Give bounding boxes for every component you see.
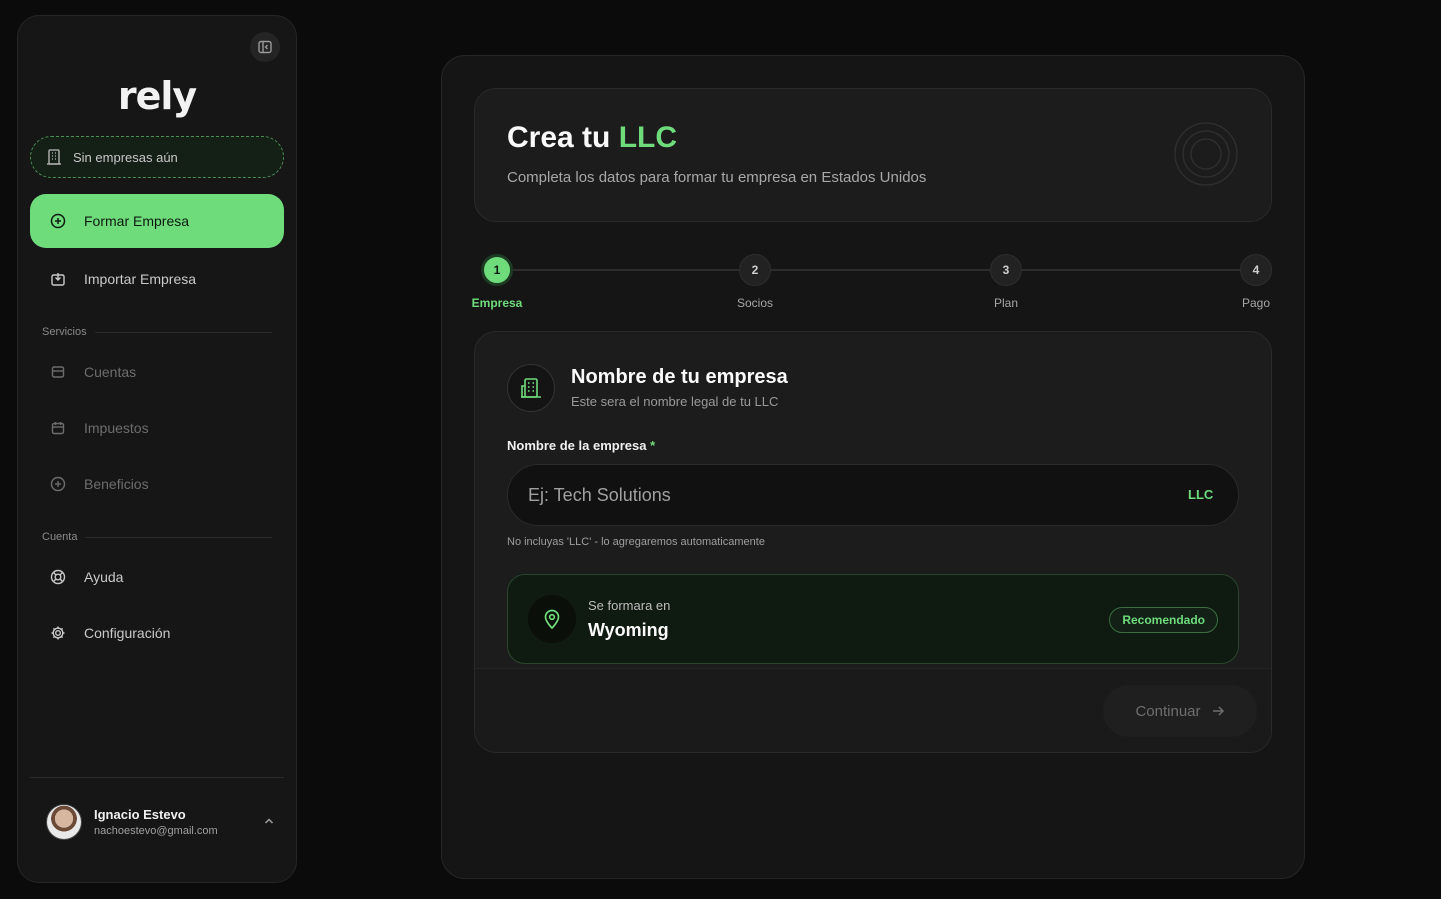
hero-card: Crea tu LLC Completa los datos para form… — [474, 88, 1272, 222]
continue-label: Continuar — [1135, 702, 1201, 720]
app-logo: rely — [117, 74, 197, 118]
form-title: Nombre de tu empresa — [571, 366, 788, 388]
section-label-cuenta: Cuenta — [42, 531, 272, 543]
step-label: Plan — [993, 296, 1019, 310]
company-name-hint: No incluyas 'LLC' - lo agregaremos autom… — [507, 536, 765, 548]
page-title-prefix: Crea tu — [507, 121, 611, 154]
progress-stepper: 1 Empresa 2 Socios 3 Plan 4 Pago — [472, 254, 1272, 314]
sidebar-item-label: Configuración — [84, 625, 171, 641]
llc-suffix: LLC — [1188, 487, 1214, 502]
chevron-up-icon[interactable] — [262, 814, 276, 828]
step-label: Empresa — [471, 296, 523, 310]
plus-circle-icon — [50, 213, 66, 229]
sidebar-divider — [30, 777, 284, 778]
sidebar-item-ayuda[interactable]: Ayuda — [30, 555, 284, 599]
page-title: Crea tu LLC — [507, 121, 677, 155]
form-footer: Continuar — [475, 668, 1271, 752]
concentric-rings-icon — [1174, 122, 1238, 186]
required-mark: * — [650, 438, 656, 453]
page-subtitle: Completa los datos para formar tu empres… — [507, 169, 927, 186]
state-icon-wrap — [528, 595, 576, 643]
sidebar-collapse-icon — [258, 40, 272, 54]
company-selector[interactable]: Sin empresas aún — [30, 136, 284, 178]
map-pin-icon — [544, 609, 560, 630]
plus-circle-icon — [50, 476, 66, 492]
sidebar-item-label: Formar Empresa — [84, 213, 190, 229]
form-icon — [507, 364, 555, 412]
recommended-badge: Recomendado — [1109, 607, 1218, 633]
sidebar: rely Sin empresas aún Formar Empresa Imp… — [17, 15, 297, 883]
user-menu[interactable]: Ignacio Estevo nachoestevo@gmail.com — [46, 802, 276, 842]
wallet-icon — [51, 366, 65, 378]
gear-icon — [51, 626, 65, 640]
step-number: 3 — [990, 254, 1022, 286]
arrow-right-icon — [1212, 706, 1224, 716]
lifebuoy-icon — [50, 569, 66, 585]
import-icon — [51, 273, 65, 286]
sidebar-item-formar-empresa[interactable]: Formar Empresa — [30, 194, 284, 248]
company-name-label: Nombre de la empresa * — [507, 438, 656, 453]
sidebar-item-label: Ayuda — [84, 569, 124, 585]
main-panel: Crea tu LLC Completa los datos para form… — [441, 55, 1305, 879]
building-icon — [521, 378, 541, 398]
step-socios[interactable]: 2 Socios — [725, 254, 785, 310]
calendar-icon — [51, 422, 65, 435]
step-connector — [1022, 269, 1240, 271]
step-empresa[interactable]: 1 Empresa — [467, 254, 527, 310]
sidebar-item-label: Beneficios — [84, 476, 149, 492]
step-plan[interactable]: 3 Plan — [976, 254, 1036, 310]
step-number: 2 — [739, 254, 771, 286]
page-title-accent: LLC — [618, 121, 678, 154]
company-name-input[interactable] — [507, 464, 1239, 526]
user-email: nachoestevo@gmail.com — [94, 825, 218, 837]
step-pago[interactable]: 4 Pago — [1226, 254, 1286, 310]
company-name-form: Nombre de tu empresa Este sera el nombre… — [474, 331, 1272, 753]
step-number: 1 — [481, 254, 513, 286]
formation-state-card: Se formara en Wyoming Recomendado — [507, 574, 1239, 664]
sidebar-item-label: Impuestos — [84, 420, 149, 436]
step-connector — [513, 269, 742, 271]
sidebar-item-label: Importar Empresa — [84, 271, 197, 287]
building-icon — [47, 149, 61, 165]
step-label: Socios — [736, 296, 774, 310]
section-label-servicios: Servicios — [42, 326, 272, 338]
state-name: Wyoming — [588, 620, 669, 640]
step-label: Pago — [1241, 296, 1271, 310]
sidebar-item-beneficios[interactable]: Beneficios — [30, 462, 284, 506]
continue-button[interactable]: Continuar — [1103, 685, 1257, 737]
sidebar-item-importar-empresa[interactable]: Importar Empresa — [30, 257, 284, 301]
form-subtitle: Este sera el nombre legal de tu LLC — [571, 394, 779, 409]
sidebar-item-cuentas[interactable]: Cuentas — [30, 350, 284, 394]
user-name: Ignacio Estevo — [94, 807, 186, 822]
state-prefix: Se formara en — [588, 598, 671, 613]
company-selector-label: Sin empresas aún — [73, 149, 178, 165]
user-info: Ignacio Estevo nachoestevo@gmail.com — [94, 807, 218, 837]
collapse-sidebar-button[interactable] — [250, 32, 280, 62]
step-number: 4 — [1240, 254, 1272, 286]
step-connector — [771, 269, 993, 271]
sidebar-item-impuestos[interactable]: Impuestos — [30, 406, 284, 450]
sidebar-item-label: Cuentas — [84, 364, 137, 380]
sidebar-item-configuracion[interactable]: Configuración — [30, 611, 284, 655]
avatar — [46, 804, 82, 840]
